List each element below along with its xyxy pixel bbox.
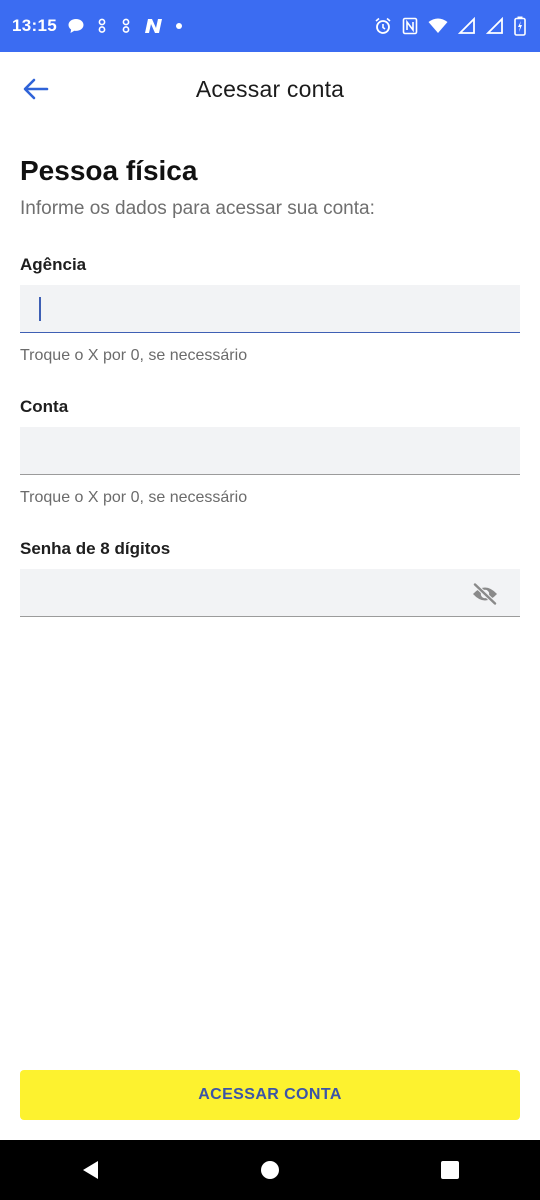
app-bar: Acessar conta	[0, 52, 540, 126]
acessar-conta-button[interactable]: ACESSAR CONTA	[20, 1070, 520, 1120]
battery-charging-icon	[514, 16, 526, 36]
page-subtitle: Informe os dados para acessar sua conta:	[20, 198, 375, 219]
system-nav-bar	[0, 1140, 540, 1200]
arrow-left-icon	[23, 78, 49, 100]
login-header: Pessoa física Informe os dados para aces…	[20, 150, 520, 222]
page-title: Pessoa física	[20, 155, 198, 186]
conta-hint: Troque o X por 0, se necessário	[20, 489, 248, 506]
n-app-icon	[143, 17, 165, 35]
back-button[interactable]	[20, 73, 52, 105]
wifi-icon	[428, 18, 448, 34]
agencia-input[interactable]	[20, 285, 520, 333]
agencia-hint: Troque o X por 0, se necessário	[20, 347, 248, 364]
home-circle-icon	[261, 1161, 279, 1179]
senha-label: Senha de 8 dígitos	[20, 539, 171, 558]
nav-home-button[interactable]	[250, 1150, 290, 1190]
app-notification-icon	[95, 18, 109, 34]
agencia-label: Agência	[20, 255, 87, 274]
nfc-icon	[402, 17, 418, 35]
recents-square-icon	[441, 1161, 459, 1179]
status-time: 13:15	[12, 16, 57, 35]
senha-input[interactable]	[20, 569, 520, 617]
status-right	[374, 16, 526, 36]
app-bar-title: Acessar conta	[195, 75, 345, 102]
alarm-icon	[374, 17, 392, 35]
back-triangle-icon	[83, 1161, 98, 1179]
signal-icon	[458, 17, 476, 35]
dot-icon	[175, 22, 183, 30]
nav-recents-button[interactable]	[430, 1150, 470, 1190]
status-bar: 13:15	[0, 0, 540, 52]
app-notification-icon	[119, 18, 133, 34]
eye-off-icon	[472, 583, 498, 605]
signal-icon	[486, 17, 504, 35]
password-visibility-toggle[interactable]	[470, 581, 500, 607]
chat-bubble-icon	[67, 17, 85, 35]
status-left: 13:15	[12, 16, 183, 36]
conta-input[interactable]	[20, 427, 520, 475]
conta-label: Conta	[20, 397, 69, 416]
nav-back-button[interactable]	[70, 1150, 110, 1190]
text-caret	[39, 297, 41, 321]
